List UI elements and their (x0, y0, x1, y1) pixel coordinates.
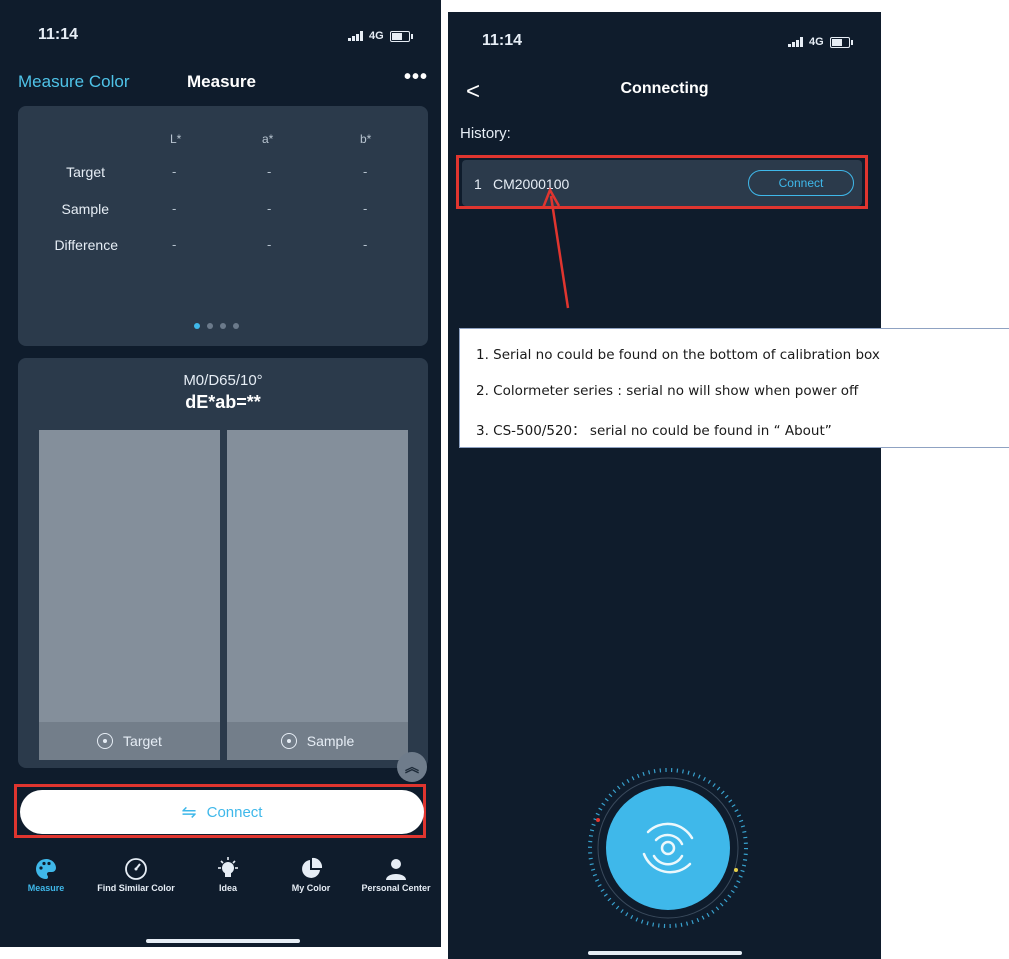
note-item: 2. Colormeter series : serial no will sh… (476, 383, 859, 399)
note-item: 3. CS-500/520： serial no could be found … (476, 423, 832, 439)
home-indicator (588, 951, 742, 955)
scanning-indicator[interactable] (578, 758, 758, 938)
annotation-arrow (541, 187, 570, 309)
serial-number-notes: 1. Serial no could be found on the botto… (459, 328, 1009, 448)
note-item: 1. Serial no could be found on the botto… (476, 347, 880, 363)
